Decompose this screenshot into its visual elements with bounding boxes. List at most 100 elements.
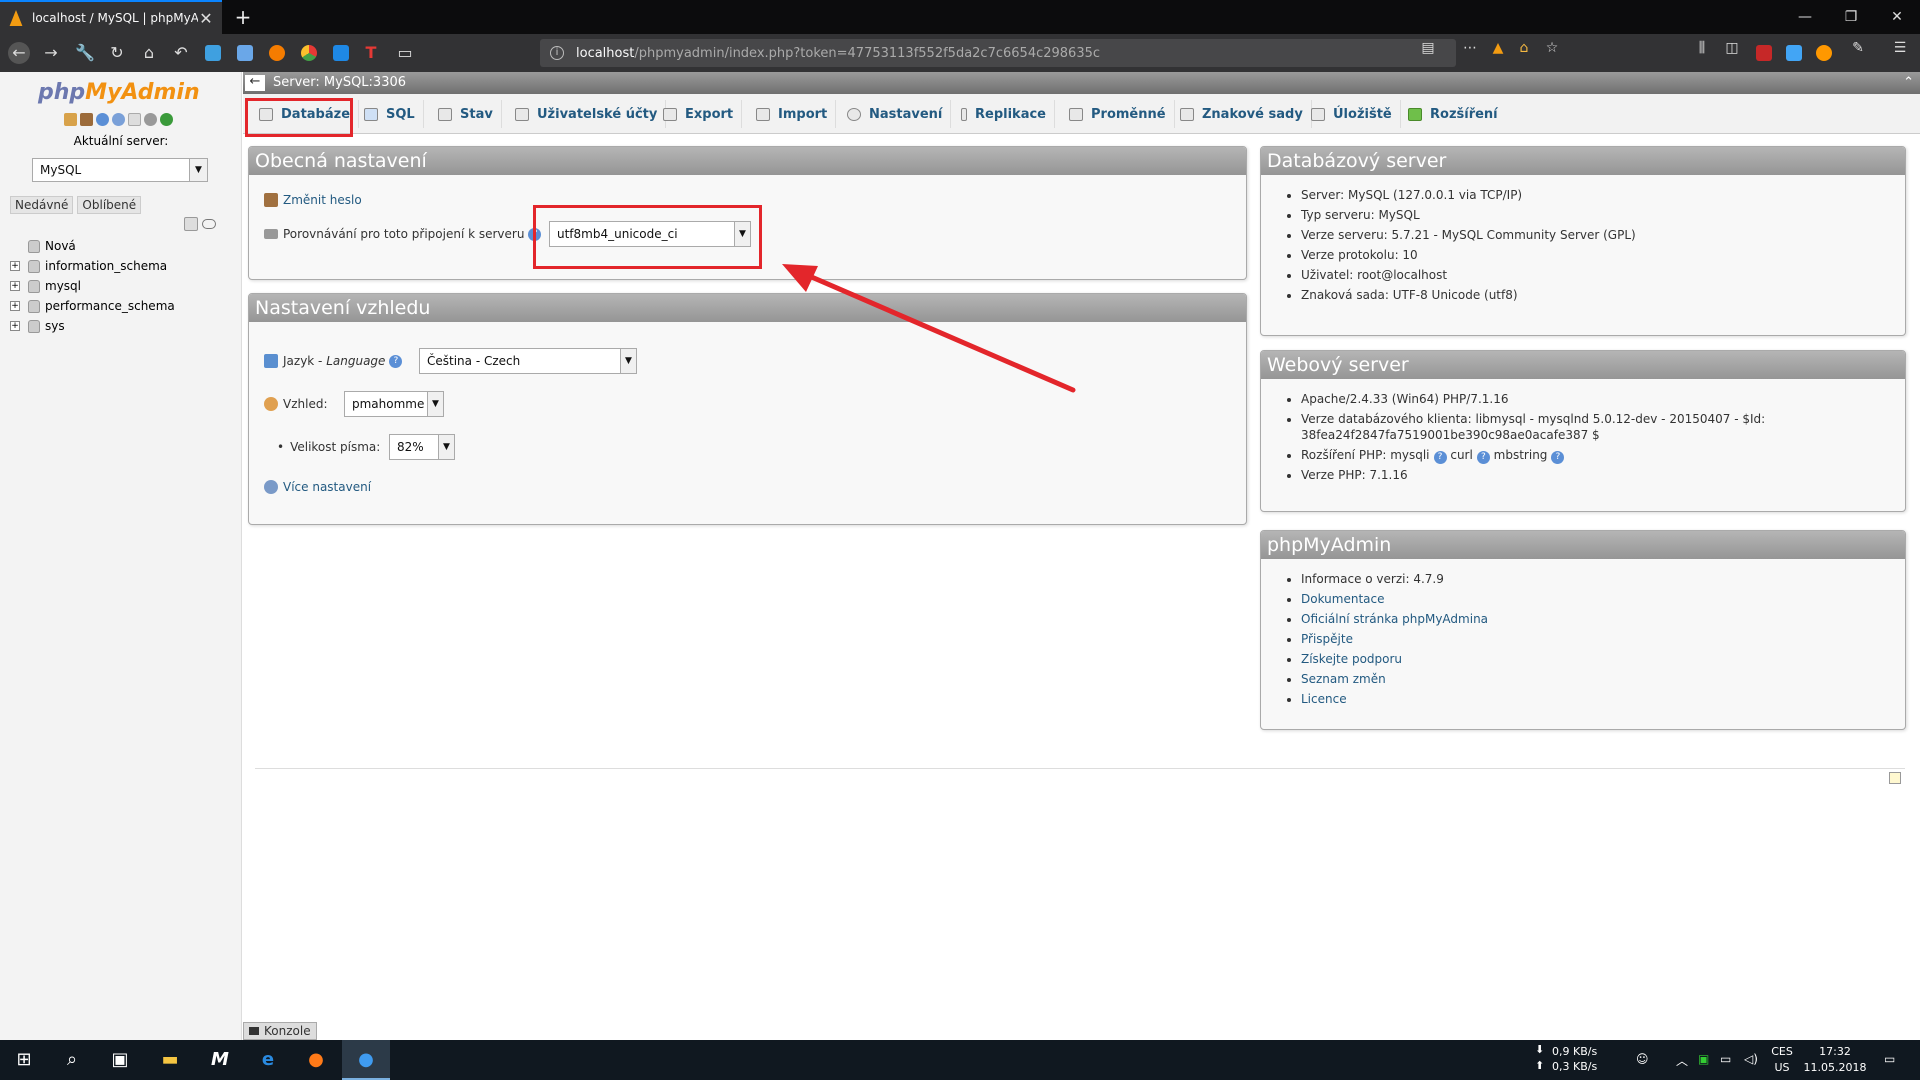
documentation-icon[interactable] [128,113,141,126]
tray-app-icon[interactable]: ▣ [1698,1052,1709,1066]
task-view-icon[interactable]: ▣ [108,1048,132,1072]
back-icon[interactable]: ← [8,42,30,64]
download-extension-icon[interactable] [1786,45,1802,61]
alert-extension-icon[interactable] [269,45,285,61]
extension-orange-icon[interactable] [1816,45,1832,61]
console-toggle[interactable]: Konzole [243,1022,317,1040]
help-icon[interactable]: ? [1476,451,1490,464]
expand-icon[interactable]: + [10,301,20,311]
reload-icon[interactable]: ↻ [106,42,128,64]
tab-user-accounts[interactable]: Uživatelské účty [507,100,667,128]
library-icon[interactable]: ⫼ [1692,40,1712,60]
people-icon[interactable]: ☺ [1636,1052,1649,1066]
notification-icon[interactable]: ▭ [1884,1052,1895,1066]
text-extension-icon[interactable]: T [360,42,382,64]
tab-import[interactable]: Import [748,100,837,128]
save-extension-icon[interactable] [205,45,221,61]
tab-variables[interactable]: Proměnné [1061,100,1175,128]
collapse-all-icon[interactable] [184,217,198,231]
logout-icon[interactable] [80,113,93,126]
firefox-icon[interactable]: ● [304,1048,328,1072]
page-actions-icon[interactable]: ⋯ [1460,40,1480,60]
documentation-link[interactable]: Dokumentace [1301,592,1384,606]
server-breadcrumb[interactable]: Server: MySQL:3306 [273,72,406,94]
tree-item-database[interactable]: + information_schema [8,256,175,276]
extension-icon[interactable] [237,45,253,61]
expand-icon[interactable]: + [10,281,20,291]
font-size-select[interactable]: 82% ▼ [389,434,455,460]
home-icon[interactable]: ⌂ [138,42,160,64]
firefox-dev-icon[interactable]: ● [354,1048,378,1072]
forward-icon[interactable]: → [40,42,62,64]
tree-item-new[interactable]: Nová [8,236,175,256]
edge-icon[interactable]: e [256,1048,280,1072]
tab-charsets[interactable]: Znakové sady [1172,100,1312,128]
settings-gear-icon[interactable] [144,113,157,126]
screenshot-extension-icon[interactable]: ▭ [394,42,416,64]
hamburger-menu-icon[interactable]: ☰ [1890,40,1910,60]
url-bar[interactable]: i localhost/phpmyadmin/index.php?token=4… [540,39,1456,67]
docs-icon[interactable] [112,113,125,126]
window-close-icon[interactable]: ✕ [1874,0,1920,34]
help-icon[interactable]: ? [1433,451,1447,464]
search-icon[interactable]: ⌕ [60,1048,84,1072]
tab-replication[interactable]: Replikace [953,100,1055,128]
official-site-link[interactable]: Oficiální stránka phpMyAdmina [1301,612,1488,626]
edit-extension-icon[interactable] [333,45,349,61]
tools-icon[interactable]: ✎ [1848,40,1868,60]
back-arrow-icon[interactable]: ← [245,75,265,91]
recent-tab[interactable]: Nedávné [10,196,74,214]
page-settings-icon[interactable] [1889,772,1901,784]
expand-icon[interactable]: + [10,321,20,331]
volume-icon[interactable]: ◁) [1744,1052,1758,1066]
tab-status[interactable]: Stav [430,100,502,128]
history-icon[interactable]: ↶ [170,42,192,64]
m-app-icon[interactable]: M [208,1048,232,1072]
link-with-main-icon[interactable] [202,219,216,229]
phpmyadmin-logo[interactable]: phpMyAdmin [38,80,200,105]
reload-nav-icon[interactable] [160,113,173,126]
language-select[interactable]: Čeština - Czech ▼ [419,348,637,374]
bookmark-star-icon[interactable]: ☆ [1542,40,1562,60]
restore-icon[interactable]: ❐ [1828,0,1874,34]
minimize-icon[interactable]: — [1782,0,1828,34]
expand-icon[interactable]: + [10,261,20,271]
tree-item-database[interactable]: + sys [8,316,175,336]
contribute-link[interactable]: Přispějte [1301,632,1353,646]
help-icon[interactable]: ? [389,354,403,368]
pma-page-icon[interactable]: ▲ [1488,40,1508,60]
tab-sql[interactable]: SQL [356,100,424,128]
sql-query-icon[interactable] [96,113,109,126]
tree-item-database[interactable]: + performance_schema [8,296,175,316]
site-info-icon[interactable]: i [550,46,564,60]
input-language[interactable]: CES US [1768,1044,1796,1076]
tab-close-icon[interactable]: ✕ [198,9,214,28]
tree-item-database[interactable]: + mysql [8,276,175,296]
license-link[interactable]: Licence [1301,692,1347,706]
clock[interactable]: 17:32 11.05.2018 [1800,1044,1870,1076]
get-support-link[interactable]: Získejte podporu [1301,652,1402,666]
windows-start-icon[interactable]: ⊞ [12,1048,36,1072]
home-icon[interactable] [64,113,77,126]
home-page-icon[interactable]: ⌂ [1514,40,1534,60]
wrench-icon[interactable]: 🔧 [74,42,96,64]
help-icon[interactable]: ? [1551,451,1565,464]
tab-settings[interactable]: Nastavení [839,100,952,128]
change-password-link[interactable]: Změnit heslo [283,193,362,207]
chrome-extension-icon[interactable] [301,45,317,61]
tray-expand-icon[interactable]: ︿ [1676,1052,1688,1069]
tab-engines[interactable]: Úložiště [1303,100,1401,128]
new-tab-button[interactable]: + [230,4,256,30]
browser-tab-active[interactable]: localhost / MySQL | phpMyAdmin ✕ [0,0,222,34]
reader-view-icon[interactable]: ▤ [1418,40,1438,60]
tab-export[interactable]: Export [655,100,743,128]
server-select[interactable]: MySQL ▼ [32,158,208,182]
file-explorer-icon[interactable]: ▬ [158,1048,182,1072]
network-icon[interactable]: ▭ [1720,1052,1731,1066]
theme-select[interactable]: pmahomme ▼ [344,391,444,417]
changelog-link[interactable]: Seznam změn [1301,672,1386,686]
ublock-icon[interactable] [1756,45,1772,61]
favorites-tab[interactable]: Oblíbené [77,196,142,214]
collapse-top-icon[interactable]: ⌃ [1903,72,1914,94]
more-settings-link[interactable]: Více nastavení [283,480,371,494]
